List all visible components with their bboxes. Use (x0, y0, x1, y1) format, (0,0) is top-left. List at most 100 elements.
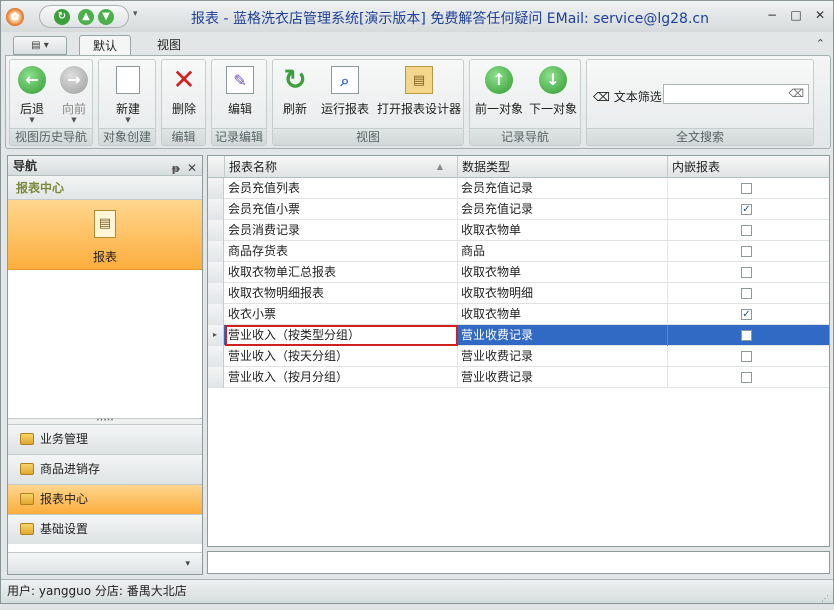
qat-down-icon[interactable]: ▼ (98, 9, 114, 25)
qat-refresh-icon[interactable]: ↻ (54, 9, 70, 25)
row-indicator[interactable] (208, 241, 224, 262)
table-row[interactable]: 收取衣物明细报表 收取衣物明细 (208, 283, 829, 304)
table-row[interactable]: ▸ 营业收入（按类型分组） 营业收费记录 (208, 325, 829, 346)
row-indicator[interactable]: ▸ (208, 325, 224, 346)
nav-item-reports[interactable]: ▤ 报表 (8, 200, 202, 270)
row-indicator[interactable] (208, 304, 224, 325)
row-indicator[interactable] (208, 367, 224, 388)
embedded-checkbox[interactable] (741, 372, 752, 383)
run-report-button[interactable]: ⌕ 运行报表 (317, 62, 373, 124)
table-row[interactable]: 营业收入（按天分组） 营业收费记录 (208, 346, 829, 367)
app-logo-icon[interactable]: ✿ (6, 8, 24, 26)
back-button[interactable]: ← 后退 ▼ (12, 62, 52, 124)
cell-embedded[interactable] (668, 262, 829, 283)
cell-report-name[interactable]: 会员充值列表 (225, 178, 458, 199)
nav-group-inventory[interactable]: 商品进销存 (8, 454, 202, 484)
column-header-report-name[interactable]: 报表名称 ▲ (225, 156, 458, 178)
row-indicator[interactable] (208, 199, 224, 220)
nav-group-business[interactable]: 业务管理 (8, 424, 202, 454)
cell-data-type[interactable]: 收取衣物单 (458, 262, 668, 283)
embedded-checkbox[interactable]: ✓ (741, 309, 752, 320)
cell-data-type[interactable]: 会员充值记录 (458, 178, 668, 199)
text-filter-clear-icon[interactable]: ⌫ (788, 87, 804, 100)
resize-grip-icon[interactable]: ⋰ (821, 588, 829, 610)
refresh-button[interactable]: ↻ 刷新 (277, 62, 313, 124)
cell-embedded[interactable] (668, 346, 829, 367)
pin-icon[interactable]: ᵽ (172, 159, 180, 179)
row-indicator[interactable] (208, 283, 224, 304)
cell-embedded[interactable] (668, 283, 829, 304)
cell-embedded[interactable]: ✓ (668, 199, 829, 220)
cell-data-type[interactable]: 收取衣物单 (458, 220, 668, 241)
cell-data-type[interactable]: 营业收费记录 (458, 346, 668, 367)
tab-view[interactable]: 视图 (145, 35, 193, 56)
row-indicator[interactable] (208, 220, 224, 241)
table-row[interactable]: 商品存货表 商品 (208, 241, 829, 262)
row-indicator[interactable] (208, 178, 224, 199)
edit-button[interactable]: ✎ 编辑 (218, 62, 262, 124)
qat-up-icon[interactable]: ▲ (78, 9, 94, 25)
cell-data-type[interactable]: 收取衣物明细 (458, 283, 668, 304)
cell-embedded[interactable] (668, 220, 829, 241)
cell-embedded[interactable]: ✓ (668, 304, 829, 325)
cell-data-type[interactable]: 收取衣物单 (458, 304, 668, 325)
table-row[interactable]: 会员充值小票 会员充值记录 ✓ (208, 199, 829, 220)
table-row[interactable]: 会员充值列表 会员充值记录 (208, 178, 829, 199)
cell-embedded[interactable] (668, 241, 829, 262)
new-button[interactable]: 新建 ▼ (103, 62, 153, 124)
embedded-checkbox[interactable] (741, 246, 752, 257)
maximize-button[interactable]: □ (787, 7, 805, 23)
cell-data-type[interactable]: 商品 (458, 241, 668, 262)
tab-default[interactable]: 默认 (79, 35, 131, 56)
next-object-button[interactable]: ↓ 下一对象 (526, 62, 580, 124)
forward-button[interactable]: → 向前 ▼ (54, 62, 94, 124)
delete-button[interactable]: ✕ 删除 (164, 62, 204, 124)
new-dropdown-icon[interactable]: ▼ (103, 116, 153, 124)
nav-group-report-center[interactable]: 报表中心 (8, 484, 202, 514)
qat-customize-icon[interactable]: ▾ (133, 9, 138, 19)
column-header-embedded[interactable]: 内嵌报表 (668, 156, 829, 178)
minimize-button[interactable]: − (763, 7, 781, 23)
cell-report-name[interactable]: 收衣小票 (225, 304, 458, 325)
cell-embedded[interactable] (668, 367, 829, 388)
back-dropdown-icon[interactable]: ▼ (12, 116, 52, 124)
embedded-checkbox[interactable] (741, 351, 752, 362)
text-filter-input[interactable]: ⌫ (663, 84, 809, 104)
row-indicator[interactable] (208, 346, 224, 367)
table-row[interactable]: 会员消费记录 收取衣物单 (208, 220, 829, 241)
embedded-checkbox[interactable] (741, 267, 752, 278)
cell-report-name[interactable]: 营业收入（按天分组） (225, 346, 458, 367)
application-menu-button[interactable]: ▤ ▾ (13, 36, 67, 55)
embedded-checkbox[interactable] (741, 288, 752, 299)
cell-report-name[interactable]: 收取衣物明细报表 (225, 283, 458, 304)
cell-data-type[interactable]: 营业收费记录 (458, 325, 668, 346)
cell-report-name[interactable]: 收取衣物单汇总报表 (225, 262, 458, 283)
previous-object-button[interactable]: ↑ 前一对象 (472, 62, 526, 124)
cell-report-name[interactable]: 会员充值小票 (225, 199, 458, 220)
column-header-data-type[interactable]: 数据类型 (458, 156, 668, 178)
cell-embedded[interactable] (668, 178, 829, 199)
table-row[interactable]: 收衣小票 收取衣物单 ✓ (208, 304, 829, 325)
cell-report-name[interactable]: 营业收入（按类型分组） (225, 325, 458, 346)
embedded-checkbox[interactable]: ✓ (741, 204, 752, 215)
cell-report-name[interactable]: 商品存货表 (225, 241, 458, 262)
nav-close-icon[interactable]: ✕ (187, 158, 197, 178)
ribbon-collapse-icon[interactable]: ⌃ (816, 37, 825, 50)
next-object-label: 下一对象 (528, 102, 577, 116)
nav-overflow-button[interactable]: ▾ (8, 552, 202, 574)
table-row[interactable]: 收取衣物单汇总报表 收取衣物单 (208, 262, 829, 283)
embedded-checkbox[interactable] (741, 183, 752, 194)
cell-report-name[interactable]: 营业收入（按月分组） (225, 367, 458, 388)
close-button[interactable]: ✕ (811, 7, 829, 23)
cell-data-type[interactable]: 会员充值记录 (458, 199, 668, 220)
cell-data-type[interactable]: 营业收费记录 (458, 367, 668, 388)
open-report-designer-button[interactable]: ▤ 打开报表设计器 (377, 62, 461, 124)
embedded-checkbox[interactable] (741, 330, 752, 341)
cell-report-name[interactable]: 会员消费记录 (225, 220, 458, 241)
table-row[interactable]: 营业收入（按月分组） 营业收费记录 (208, 367, 829, 388)
embedded-checkbox[interactable] (741, 225, 752, 236)
cell-embedded[interactable] (668, 325, 829, 346)
row-indicator[interactable] (208, 262, 224, 283)
forward-dropdown-icon[interactable]: ▼ (54, 116, 94, 124)
nav-group-basic-settings[interactable]: 基础设置 (8, 514, 202, 544)
